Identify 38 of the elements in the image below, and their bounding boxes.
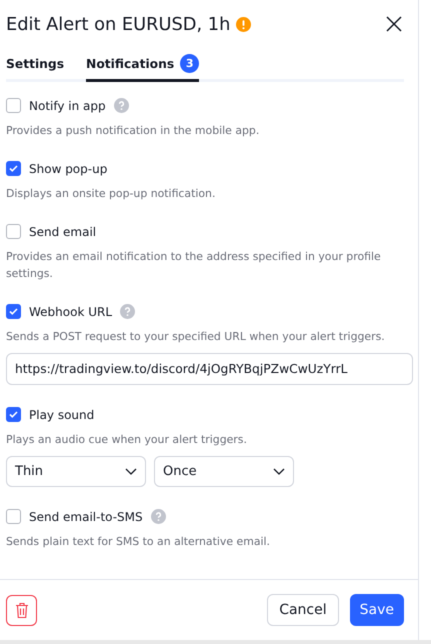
chevron-down-icon bbox=[125, 468, 137, 476]
url-input-field[interactable]: https://tradingview.to/discord/4jOgRYBqjPZwCwUzYrrL bbox=[6, 353, 413, 385]
option-description: Plays an audio cue when your alert triggers. bbox=[6, 432, 248, 448]
chevron-down-icon bbox=[273, 468, 285, 476]
dropdown[interactable]: Thin bbox=[6, 456, 146, 487]
tab[interactable]: Settings bbox=[6, 54, 64, 82]
close-button[interactable] bbox=[384, 14, 404, 34]
option-label: Webhook URL bbox=[29, 304, 112, 318]
option-label: Notify in app bbox=[29, 98, 106, 112]
dialog-title: Edit Alert on EURUSD, 1h bbox=[6, 14, 230, 34]
option-description: Provides a push notification in the mobile app. bbox=[6, 123, 260, 139]
help-icon[interactable] bbox=[114, 98, 129, 113]
check-icon bbox=[9, 308, 18, 315]
checkbox[interactable] bbox=[6, 161, 21, 176]
cancel-button[interactable]: Cancel bbox=[267, 594, 339, 626]
help-icon[interactable] bbox=[150, 509, 166, 524]
help-icon[interactable] bbox=[120, 304, 136, 319]
delete-button[interactable] bbox=[6, 594, 37, 626]
checkbox[interactable] bbox=[6, 304, 21, 319]
checkbox[interactable] bbox=[6, 407, 21, 422]
option-description: Provides an email notification to the address specified in your profile settings. bbox=[6, 249, 382, 282]
option-description: Sends a POST request to your specified URL when your alert triggers. bbox=[6, 329, 386, 345]
checkbox[interactable] bbox=[6, 509, 21, 524]
checkbox[interactable] bbox=[6, 224, 21, 239]
option-label: Send email-to-SMS bbox=[29, 510, 143, 524]
save-button[interactable]: Save bbox=[350, 594, 404, 626]
option-label: Show pop-up bbox=[29, 162, 108, 176]
dropdown[interactable]: Once bbox=[154, 456, 294, 487]
count-badge: 3 bbox=[180, 54, 200, 73]
option-label: Send email bbox=[29, 224, 96, 238]
checkbox[interactable] bbox=[6, 98, 21, 113]
option-description: Sends plain text for SMS to an alternative email. bbox=[6, 534, 272, 550]
option-label: Play sound bbox=[29, 408, 94, 422]
trash-icon bbox=[14, 602, 28, 618]
tab[interactable]: Notifications 3 bbox=[86, 54, 200, 82]
check-icon bbox=[9, 411, 18, 418]
check-icon bbox=[9, 165, 18, 172]
option-description: Displays an onsite pop-up notification. bbox=[6, 186, 216, 202]
